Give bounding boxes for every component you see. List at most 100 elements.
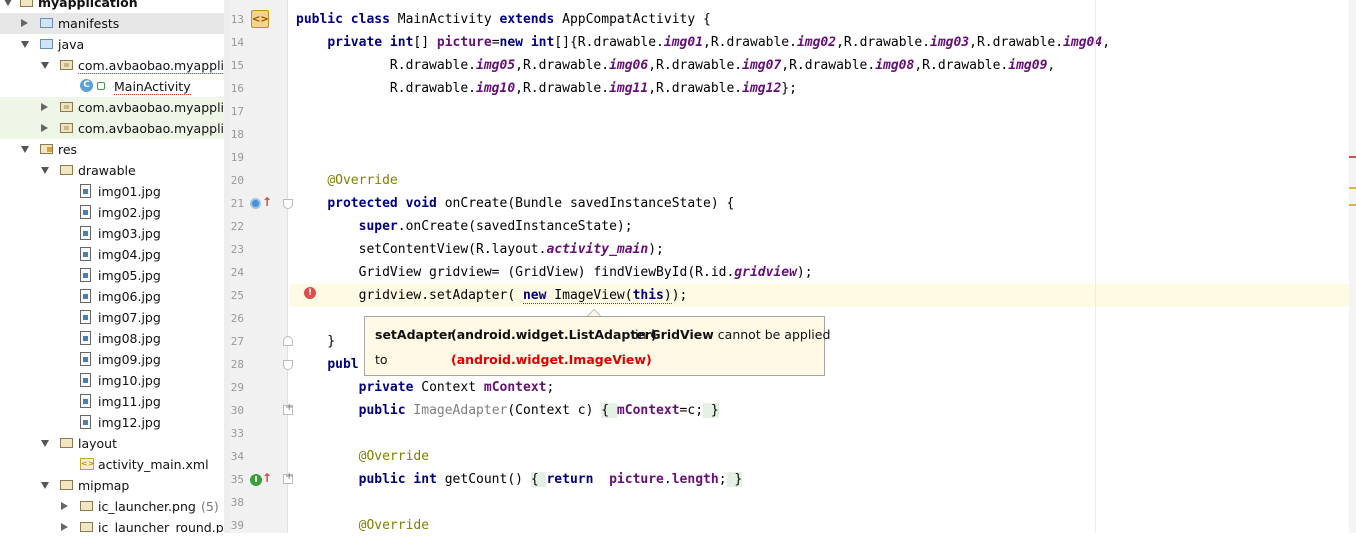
code-text: public class MainActivity extends AppCom…: [296, 12, 711, 27]
error-bulb-icon[interactable]: !: [304, 287, 316, 299]
tree-item[interactable]: <> activity_main.xml: [0, 454, 224, 475]
chevron-down-icon[interactable]: [41, 482, 49, 489]
code-line[interactable]: setContentView(R.layout.activity_main);: [289, 238, 1349, 261]
tree-item[interactable]: mipmap: [0, 475, 224, 496]
tree-item[interactable]: com.avbaobao.myapplica: [0, 118, 224, 139]
chevron-right-icon[interactable]: [41, 124, 48, 132]
tree-item[interactable]: img09.jpg: [0, 349, 224, 370]
code-line[interactable]: [289, 123, 1349, 146]
tree-item[interactable]: img02.jpg: [0, 202, 224, 223]
folder-icon: [80, 501, 93, 511]
code-text: private int[] picture=new int[]{R.drawab…: [327, 35, 1111, 50]
code-line[interactable]: [289, 491, 1349, 514]
tree-item[interactable]: ic_launcher.png (5): [0, 496, 224, 517]
implement-method-icon[interactable]: I: [250, 474, 262, 486]
warning-stripe-mark[interactable]: [1349, 204, 1356, 206]
code-line[interactable]: protected void onCreate(Bundle savedInst…: [289, 192, 1349, 215]
error-tooltip: setAdapter (android.widget.ListAdapter) …: [364, 316, 830, 376]
tree-root[interactable]: myapplication: [0, 0, 224, 13]
code-line[interactable]: private int[] picture=new int[]{R.drawab…: [289, 31, 1349, 54]
code-line[interactable]: gridview.setAdapter( new ImageView(this)…: [289, 284, 1349, 307]
implement-up-arrow-icon[interactable]: ↑: [262, 472, 272, 484]
tree-item-label: com.avbaobao.myapplica: [78, 121, 224, 136]
fold-marker-icon[interactable]: [283, 199, 293, 209]
code-line[interactable]: public ImageAdapter(Context c) { mContex…: [289, 399, 1349, 422]
line-number: 21: [230, 197, 244, 210]
error-stripe-mark[interactable]: [1349, 156, 1356, 158]
code-line[interactable]: [289, 100, 1349, 123]
code-line[interactable]: public class MainActivity extends AppCom…: [289, 8, 1349, 31]
code-line[interactable]: @Override: [289, 445, 1349, 468]
fold-marker-icon[interactable]: [283, 360, 293, 370]
chevron-right-icon[interactable]: [61, 502, 68, 510]
tree-item[interactable]: layout: [0, 433, 224, 454]
image-file-icon: [80, 415, 91, 429]
code-editor[interactable]: public class MainActivity extends AppCom…: [289, 0, 1349, 533]
code-line[interactable]: @Override: [289, 514, 1349, 533]
tree-item[interactable]: ic_launcher_round.png: [0, 517, 224, 533]
code-line[interactable]: private Context mContext;: [289, 376, 1349, 399]
tree-item[interactable]: java: [0, 34, 224, 55]
tree-item[interactable]: C MainActivity: [0, 76, 224, 97]
tree-item[interactable]: img05.jpg: [0, 265, 224, 286]
line-number: 35: [230, 473, 244, 486]
tree-item[interactable]: img06.jpg: [0, 286, 224, 307]
code-line[interactable]: GridView gridview= (GridView) findViewBy…: [289, 261, 1349, 284]
tree-item[interactable]: res: [0, 139, 224, 160]
tree-item[interactable]: img11.jpg: [0, 391, 224, 412]
tree-item[interactable]: com.avbaobao.myapplica: [0, 97, 224, 118]
chevron-right-icon[interactable]: [61, 523, 68, 531]
tooltip-message: cannot be applied: [717, 327, 831, 342]
line-number: 27: [230, 335, 244, 348]
expand-fold-icon[interactable]: [283, 402, 293, 415]
line-number: 18: [230, 128, 244, 141]
override-method-icon[interactable]: [250, 198, 261, 209]
code-text: public ImageAdapter(Context c) { mContex…: [358, 403, 719, 418]
code-line[interactable]: [289, 422, 1349, 445]
code-line[interactable]: public int getCount() { return picture.l…: [289, 468, 1349, 491]
line-number: 34: [230, 450, 244, 463]
warning-stripe-mark[interactable]: [1349, 187, 1356, 189]
code-line[interactable]: R.drawable.img10,R.drawable.img11,R.draw…: [289, 77, 1349, 100]
line-number: 16: [230, 82, 244, 95]
tooltip-method: setAdapter: [375, 327, 454, 342]
code-line[interactable]: [289, 146, 1349, 169]
chevron-right-icon[interactable]: [41, 103, 48, 111]
tree-root-label: myapplication: [38, 0, 138, 10]
tree-item[interactable]: manifests: [0, 13, 224, 34]
chevron-down-icon[interactable]: [21, 41, 29, 48]
line-number: 33: [230, 427, 244, 440]
tree-item[interactable]: img01.jpg: [0, 181, 224, 202]
error-stripe[interactable]: [1349, 0, 1356, 533]
tree-item[interactable]: drawable: [0, 160, 224, 181]
tree-item-label: java: [58, 37, 85, 52]
image-file-icon: [80, 352, 91, 366]
chevron-right-icon[interactable]: [21, 19, 28, 27]
tree-item[interactable]: img08.jpg: [0, 328, 224, 349]
tree-item[interactable]: img12.jpg: [0, 412, 224, 433]
package-icon: [60, 102, 73, 112]
chevron-down-icon[interactable]: [41, 440, 49, 447]
code-line[interactable]: @Override: [289, 169, 1349, 192]
line-number: 26: [230, 312, 244, 325]
tree-item[interactable]: img07.jpg: [0, 307, 224, 328]
layout-xml-icon[interactable]: <>: [251, 10, 269, 28]
tree-item[interactable]: img03.jpg: [0, 223, 224, 244]
line-number: 30: [230, 404, 244, 417]
override-up-arrow-icon[interactable]: ↑: [262, 196, 272, 208]
line-number: 28: [230, 358, 244, 371]
tree-item[interactable]: img10.jpg: [0, 370, 224, 391]
chevron-down-icon[interactable]: [4, 0, 12, 6]
expand-fold-icon[interactable]: [283, 471, 293, 484]
code-line[interactable]: super.onCreate(savedInstanceState);: [289, 215, 1349, 238]
code-line[interactable]: R.drawable.img05,R.drawable.img06,R.draw…: [289, 54, 1349, 77]
tree-item[interactable]: img04.jpg: [0, 244, 224, 265]
fold-marker-icon[interactable]: [283, 336, 293, 346]
line-number: 23: [230, 243, 244, 256]
chevron-down-icon[interactable]: [41, 62, 49, 69]
tree-item[interactable]: com.avbaobao.myapplica: [0, 55, 224, 76]
chevron-down-icon[interactable]: [41, 167, 49, 174]
code-text: protected void onCreate(Bundle savedInst…: [327, 196, 735, 211]
chevron-down-icon[interactable]: [21, 146, 29, 153]
code-text: R.drawable.img10,R.drawable.img11,R.draw…: [296, 81, 797, 96]
